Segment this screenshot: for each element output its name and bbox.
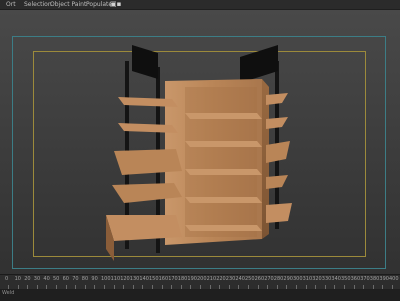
- ruler-label: 340: [331, 276, 341, 282]
- ruler-label: 120: [120, 276, 130, 282]
- ruler-label: 90: [91, 276, 98, 282]
- ruler-label: 10: [14, 276, 21, 282]
- ruler-label: 380: [369, 276, 380, 282]
- ruler-label: 140: [139, 276, 149, 282]
- ruler-label: 0: [5, 276, 9, 282]
- ruler-label: 80: [81, 276, 89, 282]
- ruler-label: 310: [302, 276, 313, 282]
- ruler-label: 200: [197, 276, 207, 282]
- app-window: Ort Selection Object Paint Populate ▣▪ 0…: [0, 0, 400, 301]
- ruler-label: 240: [235, 276, 245, 282]
- ruler-label: 320: [312, 276, 322, 282]
- shelf-render: [106, 45, 292, 261]
- menu-item[interactable]: Populate: [86, 0, 112, 9]
- ruler-label: 370: [360, 276, 370, 282]
- ruler-label: 220: [216, 276, 226, 282]
- central-tower: [165, 79, 269, 245]
- ruler-label: 260: [254, 276, 265, 282]
- ruler-label: 190: [187, 276, 197, 282]
- ruler-label: 290: [283, 276, 293, 282]
- 3d-viewport[interactable]: [0, 9, 400, 274]
- ruler-label: 180: [177, 276, 188, 282]
- ruler-label: 230: [225, 276, 236, 282]
- ruler-label: 250: [245, 276, 255, 282]
- ruler-label: 210: [206, 276, 217, 282]
- ruler-label: 400: [389, 276, 399, 282]
- menu-item[interactable]: Selection: [24, 0, 52, 9]
- ruler-label: 360: [350, 276, 361, 282]
- ruler-label: 40: [43, 276, 50, 282]
- ruler-label: 110: [110, 276, 121, 282]
- ruler-label: 70: [72, 276, 79, 282]
- ruler-label: 30: [33, 276, 41, 282]
- toolbar-icon[interactable]: ▣▪: [110, 0, 121, 9]
- ruler-label: 130: [129, 276, 140, 282]
- status-text: Weld: [2, 290, 15, 296]
- ruler-label: 50: [53, 276, 60, 282]
- ruler-label: 170: [168, 276, 178, 282]
- ruler-label: 270: [264, 276, 274, 282]
- ruler-label: 390: [379, 276, 389, 282]
- ruler-label: 100: [101, 276, 111, 282]
- ruler-label: 330: [321, 276, 332, 282]
- ruler-label: 350: [341, 276, 351, 282]
- ruler-label: 20: [24, 276, 31, 282]
- status-bar: Weld: [0, 289, 400, 301]
- timeline[interactable]: 0 10 20 30 40 50 60 70 80 90 100 110 120 130 140 150 160…: [0, 274, 400, 301]
- ruler-label: 150: [149, 276, 159, 282]
- ruler-label: 160: [158, 276, 169, 282]
- ruler-label: 300: [293, 276, 303, 282]
- menu-item[interactable]: Object Paint: [50, 0, 86, 9]
- ruler-label: 280: [273, 276, 284, 282]
- time-ruler[interactable]: 0 10 20 30 40 50 60 70 80 90 100 110 120 130 140 150 160…: [0, 275, 400, 289]
- ruler-label: 60: [62, 276, 69, 282]
- menu-item[interactable]: Ort: [6, 0, 16, 9]
